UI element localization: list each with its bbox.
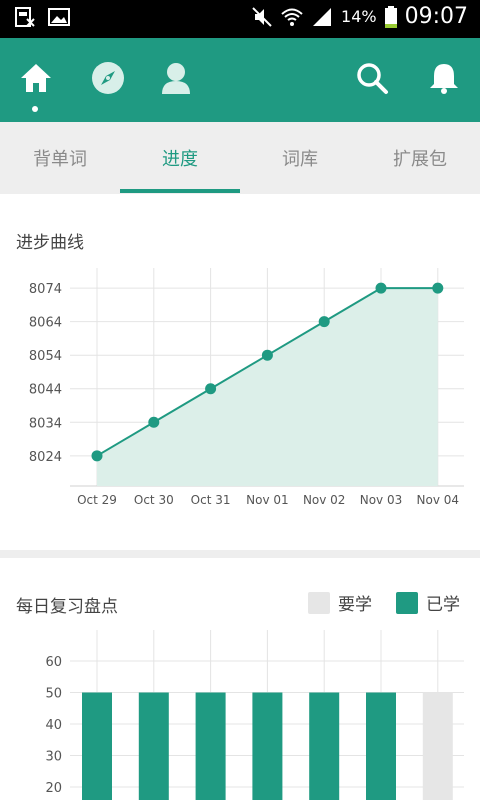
tab-extension-packs[interactable]: 扩展包: [360, 122, 480, 194]
progress-chart-title: 进步曲线: [16, 233, 84, 253]
mute-icon: [251, 6, 273, 28]
x-tick-label: Oct 29: [77, 493, 117, 507]
y-tick-label: 8044: [29, 383, 62, 398]
y-tick-label: 8064: [29, 316, 62, 331]
legend-label-learned: 已学: [426, 595, 460, 615]
home-icon[interactable]: [18, 60, 54, 96]
bar: [366, 692, 396, 800]
y-tick-label: 40: [45, 718, 62, 733]
data-point: [375, 282, 387, 294]
data-point: [91, 450, 103, 462]
active-page-indicator: [32, 106, 38, 112]
clock: 09:07: [404, 4, 468, 29]
progress-line-chart: 8024 8034 8044 8054 8064 8074 Oct 29 Oct 30 Oct …: [29, 268, 464, 507]
y-tick-label: 50: [45, 687, 62, 702]
wifi-icon: [281, 6, 303, 28]
legend-swatch-learned: [396, 591, 418, 614]
data-point: [318, 316, 330, 328]
y-tick-label: 60: [45, 655, 62, 670]
daily-review-title: 每日复习盘点: [16, 597, 118, 617]
search-icon[interactable]: [354, 60, 390, 96]
bar: [82, 692, 112, 800]
bar: [195, 692, 226, 800]
notification-bell-icon[interactable]: [426, 60, 462, 96]
y-tick-label: 8024: [29, 450, 62, 465]
app-toolbar: [0, 38, 480, 122]
x-tick-label: Nov 01: [246, 493, 289, 507]
data-point: [432, 282, 444, 294]
data-point: [148, 416, 160, 428]
x-tick-label: Nov 03: [360, 493, 403, 507]
data-point: [261, 349, 273, 361]
profile-icon[interactable]: [158, 60, 194, 96]
y-tick-label: 30: [45, 750, 62, 765]
battery-icon: [384, 5, 397, 28]
bar: [309, 692, 340, 800]
x-tick-label: Nov 04: [417, 493, 460, 507]
image-notification-icon: [48, 6, 70, 28]
y-tick-label: 20: [45, 781, 62, 796]
x-tick-label: Nov 02: [303, 493, 346, 507]
battery-percent: 14%: [341, 7, 377, 26]
legend-label-to-learn: 要学: [338, 595, 372, 615]
x-tick-label: Oct 30: [134, 493, 174, 507]
x-tick-label: Oct 31: [191, 493, 231, 507]
active-tab-indicator: [120, 189, 240, 193]
status-bar: 14% 09:07: [0, 0, 480, 38]
tab-word-library[interactable]: 词库: [240, 122, 360, 194]
y-tick-label: 8074: [29, 282, 62, 297]
y-tick-label: 8054: [29, 349, 62, 364]
bar: [138, 692, 169, 800]
signal-icon: [311, 6, 333, 28]
tab-progress[interactable]: 进度: [120, 122, 240, 194]
bar: [422, 692, 453, 800]
tab-memorize-words[interactable]: 背单词: [0, 122, 120, 194]
bar: [252, 692, 283, 800]
compass-icon[interactable]: [90, 60, 126, 96]
y-tick-label: 8034: [29, 416, 62, 431]
daily-review-bar-chart: 20 30 40 50 60: [45, 630, 464, 800]
data-point: [205, 383, 217, 395]
tab-bar: 背单词 进度 词库 扩展包: [0, 122, 480, 194]
chart-legend: 要学 已学: [308, 590, 460, 615]
section-divider: [0, 550, 480, 558]
sim-notification-icon: [14, 6, 36, 28]
legend-swatch-to-learn: [308, 591, 330, 614]
